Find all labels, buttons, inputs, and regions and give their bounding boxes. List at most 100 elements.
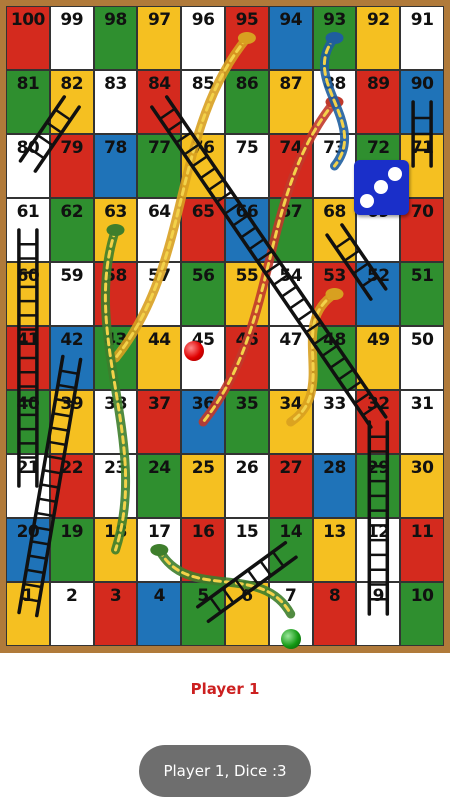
cell-number: 60 [16, 266, 40, 286]
board-cell-58: 58 [93, 262, 138, 326]
player-label: Player 1 [190, 680, 260, 698]
cell-number: 67 [279, 202, 303, 222]
board-cell-66: 66 [225, 198, 269, 262]
board-cell-13: 13 [312, 518, 357, 582]
board-cell-38: 38 [93, 390, 138, 454]
cell-number: 81 [16, 74, 40, 94]
board-cell-83: 83 [93, 70, 138, 134]
cell-number: 78 [104, 138, 127, 158]
cell-number: 52 [366, 266, 390, 286]
cell-number: 44 [147, 330, 171, 350]
cell-number: 75 [235, 138, 259, 158]
cell-number: 9 [372, 586, 385, 606]
board-cell-39: 39 [49, 390, 94, 454]
board-cell-28: 28 [312, 454, 357, 518]
board-cell-64: 64 [137, 198, 182, 262]
board-cell-59: 59 [49, 262, 94, 326]
cell-number: 43 [104, 330, 127, 350]
cell-number: 21 [16, 458, 40, 478]
board-cell-95: 95 [225, 6, 269, 70]
cell-number: 15 [235, 522, 259, 542]
dice-pip [388, 167, 402, 181]
cell-number: 84 [147, 74, 171, 94]
cell-number: 6 [241, 586, 253, 606]
cell-number: 2 [66, 586, 78, 606]
cell-number: 99 [60, 10, 84, 30]
board-cell-31: 31 [400, 390, 444, 454]
board-frame: 100 99 98 97 96 95 94 93 92 91 81 82 83 84 85 86 87 88 89 9… [0, 0, 450, 653]
board-cell-51: 51 [400, 262, 444, 326]
board-cell-98: 98 [93, 6, 138, 70]
board-cell-9: 9 [356, 582, 401, 646]
cell-number: 86 [235, 74, 259, 94]
board-cell-5: 5 [181, 582, 225, 646]
cell-number: 38 [104, 394, 127, 414]
cell-number: 10 [410, 586, 434, 606]
game-board[interactable]: 100 99 98 97 96 95 94 93 92 91 81 82 83 84 85 86 87 88 89 9… [6, 6, 444, 646]
board-cell-29: 29 [356, 454, 401, 518]
board-cell-74: 74 [268, 134, 313, 198]
cell-number: 28 [323, 458, 346, 478]
board-cell-26: 26 [225, 454, 269, 518]
cell-number: 41 [16, 330, 40, 350]
toast-message: Player 1, Dice :3 [139, 745, 311, 797]
cell-number: 12 [366, 522, 390, 542]
board-cell-90: 90 [400, 70, 444, 134]
board-cell-27: 27 [268, 454, 313, 518]
cell-number: 71 [410, 138, 434, 158]
cell-number: 64 [147, 202, 171, 222]
cell-number: 66 [235, 202, 259, 222]
cell-number: 90 [410, 74, 434, 94]
cell-number: 96 [191, 10, 215, 30]
cell-number: 77 [147, 138, 171, 158]
cell-number: 20 [16, 522, 40, 542]
board-cell-63: 63 [93, 198, 138, 262]
board-cell-53: 53 [312, 262, 357, 326]
board-cell-11: 11 [400, 518, 444, 582]
cell-number: 11 [410, 522, 434, 542]
board-cell-93: 93 [312, 6, 357, 70]
cell-number: 53 [323, 266, 346, 286]
board-cell-3: 3 [93, 582, 138, 646]
token-green[interactable] [281, 629, 301, 649]
board-cell-67: 67 [268, 198, 313, 262]
cell-number: 1 [22, 586, 34, 606]
board-cell-87: 87 [268, 70, 313, 134]
board-cell-61: 61 [6, 198, 50, 262]
board-cell-46: 46 [225, 326, 269, 390]
board-cell-15: 15 [225, 518, 269, 582]
cell-number: 61 [16, 202, 40, 222]
token-red[interactable] [184, 341, 204, 361]
board-cell-54: 54 [268, 262, 313, 326]
board-cell-30: 30 [400, 454, 444, 518]
cell-number: 29 [366, 458, 390, 478]
board-cell-35: 35 [225, 390, 269, 454]
cell-number: 37 [147, 394, 171, 414]
cell-number: 80 [16, 138, 40, 158]
board-cell-47: 47 [268, 326, 313, 390]
board-cell-43: 43 [93, 326, 138, 390]
cell-number: 32 [366, 394, 390, 414]
board-cell-10: 10 [400, 582, 444, 646]
cell-number: 55 [235, 266, 259, 286]
cell-number: 51 [410, 266, 434, 286]
cell-number: 49 [366, 330, 390, 350]
board-cell-37: 37 [137, 390, 182, 454]
board-cell-49: 49 [356, 326, 401, 390]
board-cell-73: 73 [312, 134, 357, 198]
cell-number: 70 [410, 202, 434, 222]
cell-number: 47 [279, 330, 303, 350]
cell-number: 59 [60, 266, 84, 286]
board-cell-82: 82 [49, 70, 94, 134]
dice[interactable] [354, 160, 409, 215]
cell-number: 36 [191, 394, 215, 414]
board-cell-84: 84 [137, 70, 182, 134]
cell-number: 8 [328, 586, 341, 606]
board-cell-19: 19 [49, 518, 94, 582]
board-cell-33: 33 [312, 390, 357, 454]
board-cell-4: 4 [137, 582, 182, 646]
cell-number: 93 [323, 10, 346, 30]
cell-number: 22 [60, 458, 84, 478]
board-cell-92: 92 [356, 6, 401, 70]
board-cell-50: 50 [400, 326, 444, 390]
